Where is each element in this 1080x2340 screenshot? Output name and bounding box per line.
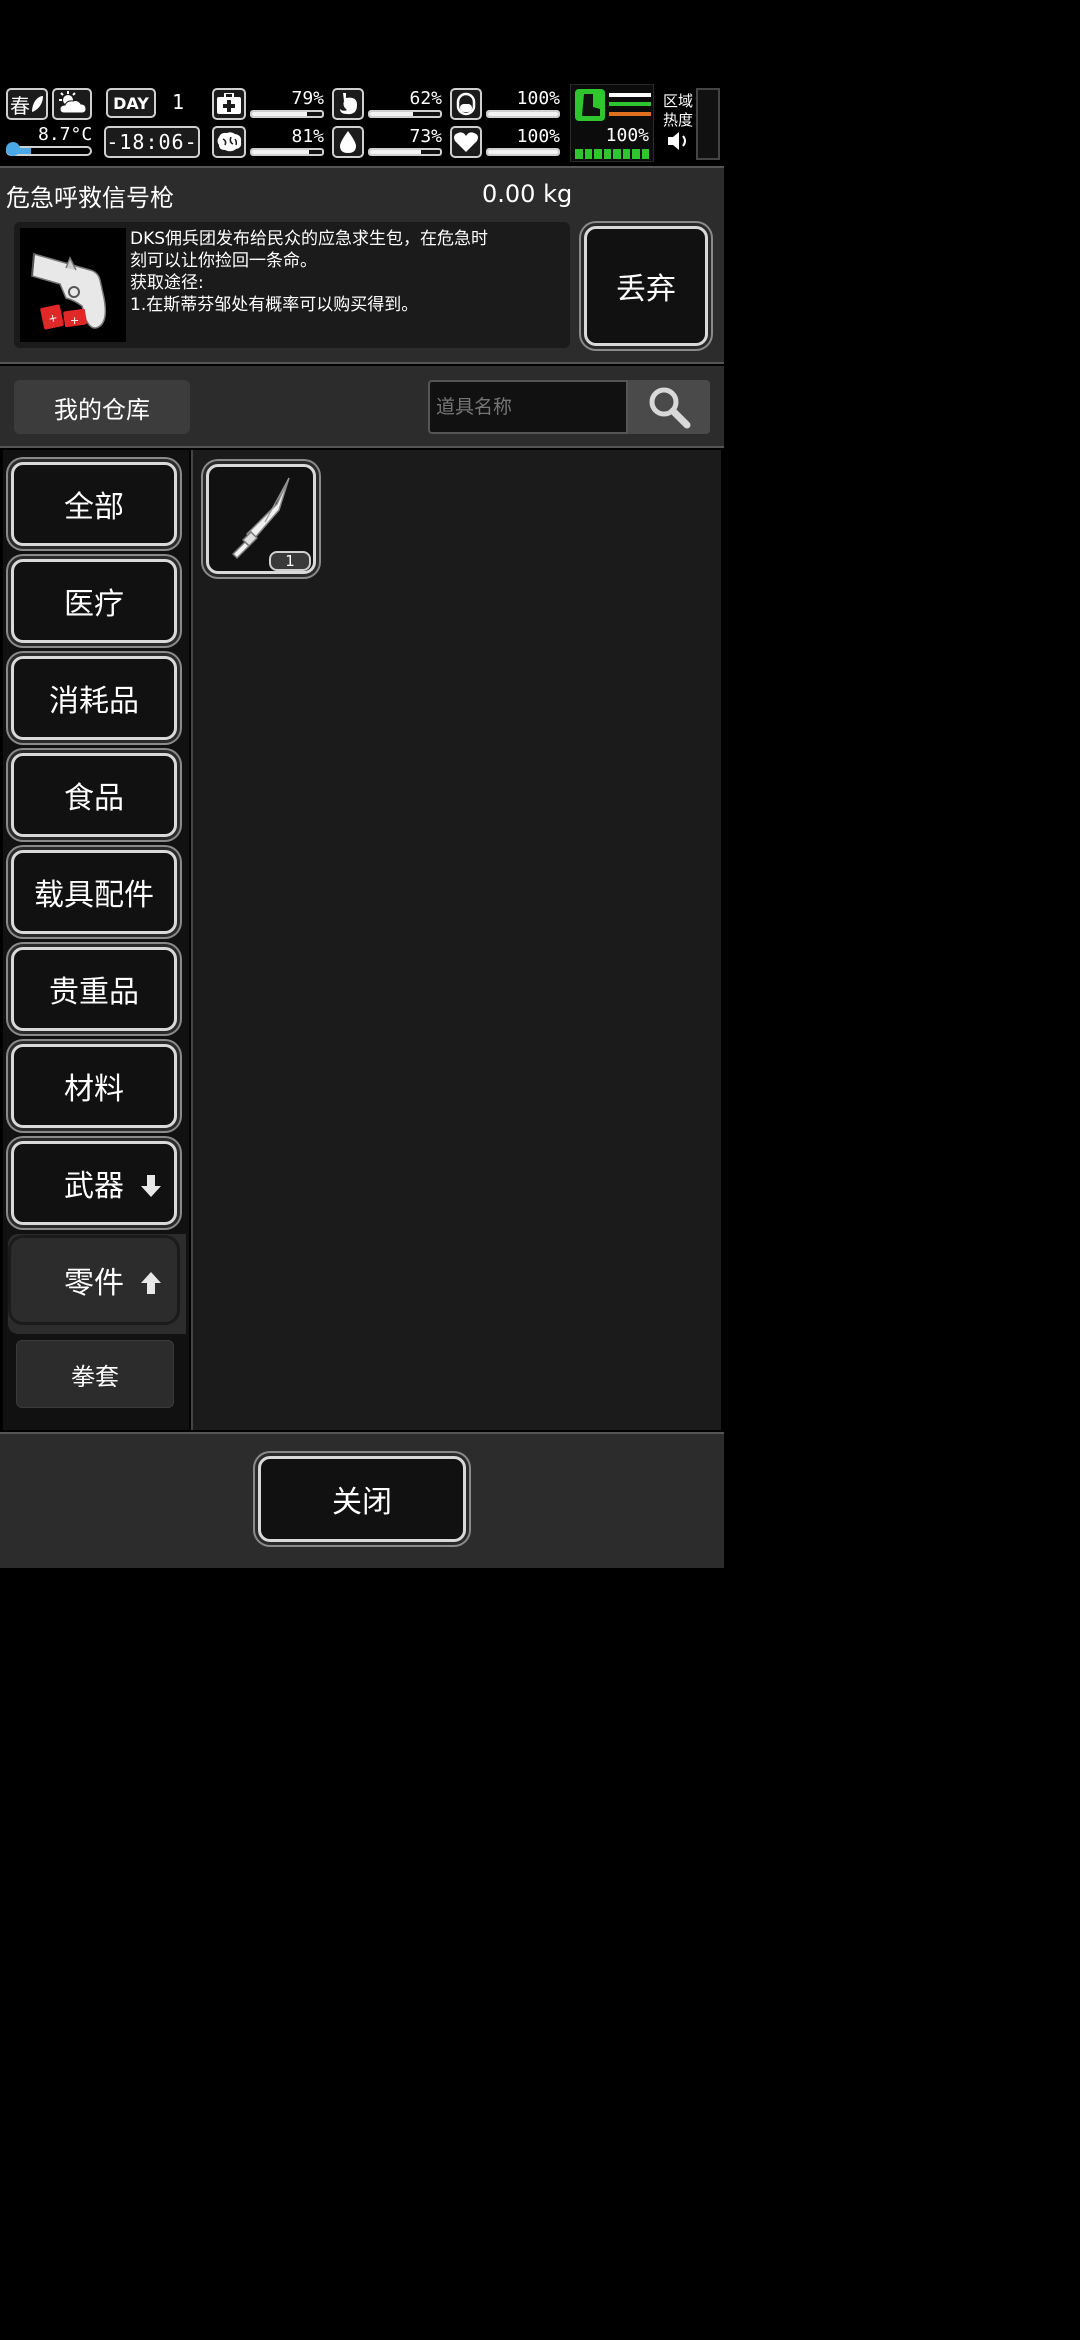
- temperature-bar: [6, 142, 92, 156]
- category-label: 医疗: [64, 587, 124, 622]
- category-all-button[interactable]: 全部: [11, 462, 177, 546]
- category-medical-button[interactable]: 医疗: [11, 559, 177, 643]
- category-label: 载具配件: [34, 878, 154, 913]
- flare-gun-icon: + +: [31, 253, 107, 330]
- category-parts-button[interactable]: 零件: [11, 1238, 177, 1322]
- stomach-chip: [332, 88, 364, 120]
- partly-cloudy-icon: [59, 91, 87, 114]
- item-image: + +: [20, 228, 126, 342]
- item-name: 危急呼救信号枪: [6, 184, 174, 212]
- health-percent: 79%: [291, 88, 324, 109]
- region-heat-meter: [696, 88, 720, 160]
- discard-button[interactable]: 丢弃: [584, 226, 708, 346]
- category-label: 贵重品: [49, 975, 139, 1010]
- description-line: 获取途径:: [130, 273, 204, 293]
- clock-time: -18:06-: [104, 126, 200, 158]
- mental-bar: [250, 148, 324, 156]
- arrow-up-icon: [141, 1272, 161, 1294]
- health-bar: [250, 110, 324, 118]
- category-valuables-button[interactable]: 贵重品: [11, 947, 177, 1031]
- water-chip: [332, 126, 364, 158]
- brain-chip: [212, 126, 246, 158]
- search-icon: [649, 387, 691, 429]
- subcategory-boxing-gloves-button[interactable]: 拳套: [16, 1340, 174, 1408]
- stomach-percent: 62%: [409, 88, 442, 109]
- speaker-icon[interactable]: [666, 130, 692, 152]
- status-bar: 春 8.7°C DAY 1 -18:06- 79% 81% 62% 73% 10…: [0, 84, 724, 164]
- category-materials-button[interactable]: 材料: [11, 1044, 177, 1128]
- search-input[interactable]: [428, 380, 628, 434]
- category-food-button[interactable]: 食品: [11, 753, 177, 837]
- item-weight: 0.00 kg: [482, 180, 573, 208]
- water-bar: [368, 148, 442, 156]
- arrow-down-icon: [141, 1175, 161, 1197]
- season-chip: 春: [6, 88, 48, 120]
- stomach-icon: [340, 93, 357, 115]
- temperature: 8.7°C: [38, 124, 93, 145]
- close-button[interactable]: 关闭: [258, 1456, 466, 1542]
- category-label: 食品: [64, 781, 124, 816]
- inventory-slot[interactable]: 1: [206, 464, 316, 574]
- description-line: 1.在斯蒂芬邹处有概率可以购买得到。: [130, 295, 419, 315]
- item-description: DKS佣兵团发布给民众的应急求生包，在危急时 刻可以让你捡回一条命。 获取途径:…: [130, 228, 566, 316]
- brain-icon: [217, 132, 242, 152]
- category-label: 零件: [64, 1266, 124, 1301]
- warehouse-bar: 我的仓库: [0, 366, 724, 448]
- stomach-bar: [368, 110, 442, 118]
- item-description-box: + + DKS佣兵团发布给民众的应急求生包，在危急时 刻可以让你捡回一条命。 获…: [14, 222, 570, 348]
- boot-percent: 100%: [605, 125, 649, 146]
- heart-bar: [486, 148, 560, 156]
- season-label: 春: [10, 93, 30, 118]
- heart-chip: [450, 126, 482, 158]
- heart-percent: 100%: [516, 126, 560, 147]
- leaf-icon: [32, 96, 43, 112]
- pill-icon: [456, 92, 476, 116]
- stamina-percent: 100%: [516, 88, 560, 109]
- water-percent: 73%: [409, 126, 442, 147]
- day-number: 1: [171, 90, 185, 114]
- weather-chip: [52, 88, 92, 120]
- category-label: 消耗品: [49, 684, 139, 719]
- search-button[interactable]: [628, 380, 710, 434]
- boot-chip: [575, 89, 605, 121]
- thermometer-bulb-icon: [6, 142, 20, 156]
- category-weapons-button[interactable]: 武器: [11, 1141, 177, 1225]
- boot-icon: [582, 94, 600, 116]
- my-warehouse-tab[interactable]: 我的仓库: [14, 380, 190, 434]
- category-label: 武器: [64, 1169, 124, 1204]
- category-consumables-button[interactable]: 消耗品: [11, 656, 177, 740]
- category-label: 材料: [64, 1072, 124, 1107]
- inventory-grid: [191, 450, 721, 1430]
- region-heat-label: 区域 热度: [662, 92, 693, 129]
- item-count-badge: 1: [269, 551, 311, 571]
- boot-panel: 100%: [570, 84, 654, 162]
- item-detail-panel: 危急呼救信号枪 0.00 kg + + DKS佣兵团发布给民众的应急求生包，在危…: [0, 166, 724, 364]
- description-line: 刻可以让你捡回一条命。: [130, 251, 317, 271]
- mental-percent: 81%: [291, 126, 324, 147]
- svg-text:+: +: [70, 314, 79, 327]
- description-line: DKS佣兵团发布给民众的应急求生包，在危急时: [130, 229, 489, 249]
- medkit-icon: [217, 93, 241, 114]
- stamina-chip: [450, 88, 482, 120]
- stamina-bar: [486, 110, 560, 118]
- category-vehicle-parts-button[interactable]: 载具配件: [11, 850, 177, 934]
- day-label: DAY: [106, 88, 156, 118]
- boot-segments: [575, 149, 649, 159]
- medkit-chip: [212, 88, 246, 120]
- water-drop-icon: [340, 131, 356, 153]
- category-label: 全部: [64, 490, 124, 525]
- heart-icon: [454, 132, 478, 152]
